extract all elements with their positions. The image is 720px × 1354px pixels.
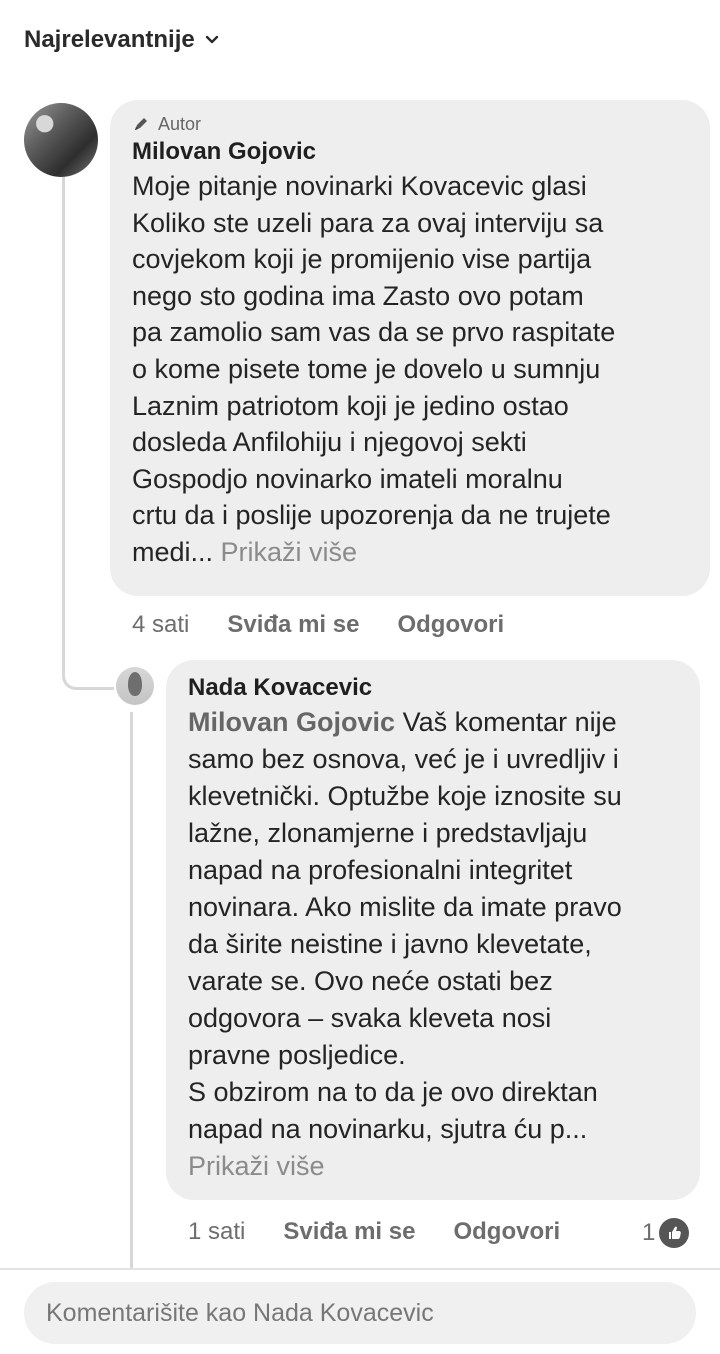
comment-actions: 4 sati Sviđa mi se Odgovori <box>132 611 504 639</box>
reply-line: da širite neistine i javno klevetate, <box>188 929 592 959</box>
reply-line: pravne posljedice. <box>188 1040 406 1070</box>
reply-line: samo bez osnova, već je i uvredljiv i <box>188 744 619 774</box>
author-badge: Autor <box>132 112 686 136</box>
reply-author-name[interactable]: Nada Kovacevic <box>188 672 678 704</box>
comment-bubble: Autor Milovan Gojovic Moje pitanje novin… <box>110 100 710 596</box>
comment-line: nego sto godina ima Zasto ovo potam <box>132 280 584 311</box>
comment-line: o kome pisete tome je dovelo u sumnju <box>132 353 601 384</box>
comment-line: Koliko ste uzeli para za ovaj interviju … <box>132 207 604 238</box>
reply-bubble: Nada Kovacevic Milovan Gojovic Vaš komen… <box>166 660 700 1200</box>
comment-time[interactable]: 4 sati <box>132 611 189 639</box>
reply-text: Milovan Gojovic Vaš komentar nije samo b… <box>188 704 678 1185</box>
reply-line: varate se. Ovo neće ostati bez <box>188 966 553 996</box>
see-more-link[interactable]: Prikaži više <box>188 1148 678 1185</box>
sort-dropdown[interactable]: Najrelevantnije <box>24 26 219 54</box>
thread-line <box>62 176 65 671</box>
like-button[interactable]: Sviđa mi se <box>227 611 359 639</box>
comment-author-name[interactable]: Milovan Gojovic <box>132 136 686 168</box>
thread-branch-line <box>62 668 114 690</box>
comment-line: pa zamolio sam vas da se prvo raspitate <box>132 317 616 348</box>
comment-input[interactable]: Komentarišite kao Nada Kovacevic <box>24 1282 696 1344</box>
reply-line: napad na profesionalni integritet <box>188 855 573 885</box>
reply-actions: 1 sati Sviđa mi se Odgovori <box>188 1218 560 1246</box>
avatar[interactable] <box>24 103 98 177</box>
reply-line: napad na novinarku, sjutra ću p... <box>188 1114 588 1144</box>
reply-line: klevetnički. Optužbe koje iznosite su <box>188 781 622 811</box>
chevron-down-icon <box>205 35 218 44</box>
author-badge-label: Autor <box>158 113 202 134</box>
pencil-icon <box>135 118 147 130</box>
reply-first-line: Milovan Gojovic Vaš komentar nije <box>188 704 678 741</box>
like-button[interactable]: Sviđa mi se <box>283 1218 415 1246</box>
comment-line: covjekom koji je promijenio vise partija <box>132 244 592 275</box>
mention-link[interactable]: Milovan Gojovic <box>188 707 395 737</box>
comment-text: Moje pitanje novinarki Kovacevic glasi K… <box>132 168 686 571</box>
reply-button[interactable]: Odgovori <box>397 611 504 639</box>
reply-line: odgovora – svaka kleveta nosi <box>188 1003 552 1033</box>
reply-line: lažne, zlonamjerne i predstavljaju <box>188 818 588 848</box>
sort-label: Najrelevantnije <box>24 26 195 53</box>
comment-line: Laznim patriotom koji je jedino ostao <box>132 390 569 421</box>
reaction-summary[interactable]: 1 <box>642 1218 690 1248</box>
comment-input-placeholder: Komentarišite kao Nada Kovacevic <box>46 1298 434 1327</box>
avatar[interactable] <box>116 667 154 705</box>
reply-time[interactable]: 1 sati <box>188 1218 245 1246</box>
comment-line: dosleda Anfilohiju i njegovoj sekti <box>132 427 527 458</box>
see-more-link[interactable]: Prikaži više <box>221 537 358 567</box>
comment-line: crtu da i poslije upozorenja da ne truje… <box>132 500 611 531</box>
reply-button[interactable]: Odgovori <box>453 1218 560 1246</box>
comment-truncated-text: medi... <box>132 536 214 567</box>
comment-line-last: medi... Prikaži više <box>132 534 686 571</box>
composer-divider <box>0 1268 720 1270</box>
comment-line: Gospodjo novinarko imateli moralnu <box>132 463 563 494</box>
reply-line: S obzirom na to da je ovo direktan <box>188 1077 598 1107</box>
reply-line: novinara. Ako mislite da imate pravo <box>188 892 622 922</box>
thumbs-up-icon <box>659 1218 690 1248</box>
reply-text-fragment: Vaš komentar nije <box>402 707 617 737</box>
reply-thread-line <box>130 712 133 1270</box>
reaction-count: 1 <box>642 1219 656 1246</box>
comment-line: Moje pitanje novinarki Kovacevic glasi <box>132 171 587 201</box>
